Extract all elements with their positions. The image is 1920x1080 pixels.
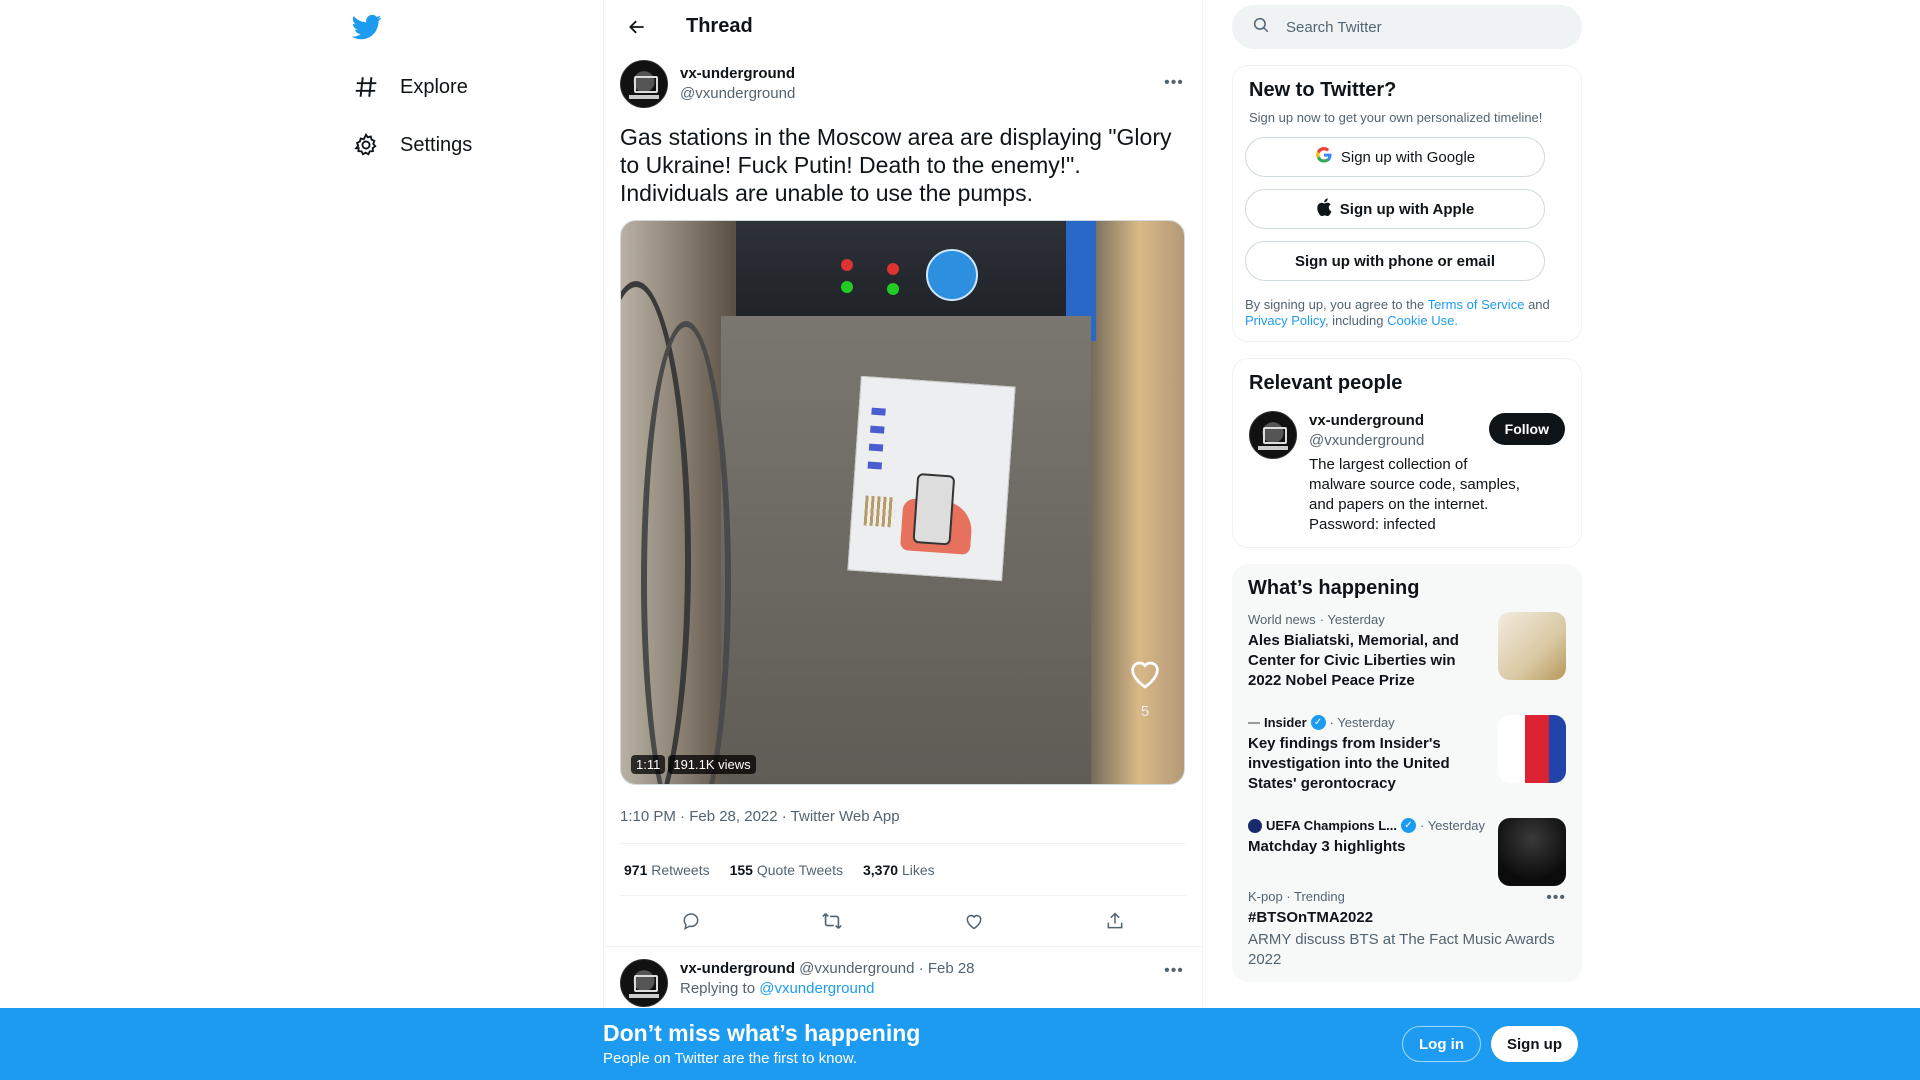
more-options-icon[interactable]: ••• bbox=[1162, 71, 1186, 95]
relevant-people-card: Relevant people vx-underground @vxunderg… bbox=[1232, 358, 1582, 548]
reply-author-handle[interactable]: @vxunderground bbox=[799, 960, 914, 977]
trend-time: · Yesterday bbox=[1329, 715, 1395, 730]
tweet-video[interactable]: 5 1:11 191.1K views bbox=[620, 220, 1185, 785]
tweet-timestamp[interactable]: 1:10 PM · Feb 28, 2022 · Twitter Web App bbox=[620, 807, 1186, 844]
verified-badge-icon: ✓ bbox=[1310, 715, 1326, 730]
trend-source: World news bbox=[1248, 612, 1316, 627]
tweet-actions bbox=[620, 896, 1186, 946]
reply-author-name[interactable]: vx-underground bbox=[680, 960, 795, 977]
twitter-logo-icon[interactable] bbox=[351, 12, 382, 42]
quote-tweets-stat[interactable]: 155 Quote Tweets bbox=[730, 862, 843, 878]
hashtag-icon bbox=[352, 73, 380, 101]
signup-apple-label: Sign up with Apple bbox=[1339, 200, 1475, 218]
trend-time: · Yesterday bbox=[1419, 818, 1486, 833]
follow-button[interactable]: Follow bbox=[1488, 413, 1565, 445]
retweets-stat[interactable]: 971 Retweets bbox=[624, 862, 710, 878]
signup-phone-button[interactable]: Sign up with phone or email bbox=[1245, 241, 1545, 281]
banner-subtitle: People on Twitter are the first to know. bbox=[603, 1050, 858, 1067]
video-views: 191.1K views bbox=[668, 755, 756, 774]
whats-happening-card: What’s happening World news · Yesterday A… bbox=[1232, 564, 1582, 982]
video-duration: 1:11 bbox=[631, 755, 666, 774]
signup-google-label: Sign up with Google bbox=[1340, 148, 1476, 166]
video-like-count: 5 bbox=[1140, 703, 1150, 720]
trend-description: ARMY discuss BTS at The Fact Music Award… bbox=[1248, 931, 1555, 968]
thread-header: Thread bbox=[604, 0, 1202, 53]
relevant-person[interactable]: vx-underground @vxunderground The larges… bbox=[1249, 411, 1565, 535]
likes-stat[interactable]: 3,370 Likes bbox=[863, 862, 935, 878]
main-tweet: vx-underground @vxunderground ••• Gas st… bbox=[604, 53, 1202, 1007]
author-handle[interactable]: @vxunderground bbox=[680, 84, 795, 104]
trend-headline: Key findings from Insider's investigatio… bbox=[1248, 735, 1450, 792]
apple-icon bbox=[1316, 198, 1332, 220]
trend-item[interactable]: World news · Yesterday Ales Bialiatski, M… bbox=[1248, 600, 1566, 703]
signup-subtitle: Sign up now to get your own personalized… bbox=[1249, 110, 1543, 125]
trend-item[interactable]: Insider ✓ · Yesterday Key findings from … bbox=[1248, 703, 1566, 806]
nav-explore-label: Explore bbox=[400, 75, 468, 98]
privacy-link[interactable]: Privacy Policy bbox=[1245, 313, 1325, 328]
trend-source: Insider bbox=[1264, 715, 1307, 730]
google-icon bbox=[1315, 146, 1333, 168]
right-sidebar: Search Twitter New to Twitter? Sign up n… bbox=[1232, 0, 1582, 982]
search-placeholder: Search Twitter bbox=[1286, 18, 1382, 36]
insider-logo-icon bbox=[1248, 721, 1260, 724]
nav-settings-label: Settings bbox=[400, 133, 473, 156]
tweet-author: vx-underground @vxunderground ••• bbox=[620, 53, 1186, 115]
page-title: Thread bbox=[686, 15, 753, 37]
trend-headline: #BTSOnTMA2022 bbox=[1248, 909, 1374, 926]
back-arrow-icon[interactable] bbox=[620, 10, 654, 44]
trend-source: UEFA Champions L... bbox=[1266, 818, 1397, 833]
reply-icon[interactable] bbox=[674, 904, 708, 938]
gear-icon bbox=[352, 131, 380, 159]
video-like-overlay[interactable]: 5 bbox=[1126, 656, 1164, 720]
more-options-icon[interactable]: ••• bbox=[1546, 889, 1566, 907]
banner-title: Don’t miss what’s happening bbox=[603, 1020, 921, 1046]
signup-phone-label: Sign up with phone or email bbox=[1294, 252, 1495, 270]
trend-thumbnail bbox=[1498, 612, 1566, 680]
login-button[interactable]: Log in bbox=[1402, 1026, 1481, 1062]
signup-card: New to Twitter? Sign up now to get your … bbox=[1232, 65, 1582, 342]
search-input[interactable]: Search Twitter bbox=[1232, 5, 1582, 49]
signup-legal: By signing up, you agree to the Terms of… bbox=[1245, 297, 1550, 328]
verified-badge-icon: ✓ bbox=[1400, 818, 1416, 833]
tweet-stats: 971 Retweets 155 Quote Tweets 3,370 Like… bbox=[620, 844, 1186, 896]
trend-headline: Matchday 3 highlights bbox=[1248, 838, 1406, 855]
terms-link[interactable]: Terms of Service bbox=[1428, 297, 1525, 312]
trend-thumbnail bbox=[1498, 715, 1566, 783]
like-icon[interactable] bbox=[957, 904, 991, 938]
signup-banner: Don’t miss what’s happening People on Tw… bbox=[0, 1008, 1920, 1080]
replying-to-handle[interactable]: @vxunderground bbox=[759, 980, 874, 997]
happening-title: What’s happening bbox=[1248, 577, 1420, 599]
trend-source: K-pop · Trending bbox=[1248, 889, 1345, 904]
notice-paper bbox=[847, 375, 1016, 582]
avatar[interactable] bbox=[620, 959, 668, 1007]
more-options-icon[interactable]: ••• bbox=[1162, 959, 1186, 983]
nav-settings[interactable]: Settings bbox=[352, 120, 472, 170]
replying-to-label: Replying to bbox=[680, 980, 756, 997]
trend-headline: Ales Bialiatski, Memorial, and Center fo… bbox=[1248, 632, 1459, 689]
avatar[interactable] bbox=[1249, 411, 1297, 459]
search-icon bbox=[1252, 16, 1270, 39]
trend-item[interactable]: K-pop · Trending #BTSOnTMA2022 ARMY disc… bbox=[1248, 869, 1566, 982]
signup-button[interactable]: Sign up bbox=[1491, 1026, 1578, 1062]
signup-title: New to Twitter? bbox=[1249, 79, 1397, 101]
reply-tweet[interactable]: vx-underground @vxunderground · Feb 28 R… bbox=[620, 947, 1186, 1007]
avatar[interactable] bbox=[620, 60, 668, 108]
pump-screen bbox=[736, 221, 1076, 321]
share-icon[interactable] bbox=[1098, 904, 1132, 938]
video-badge: 1:11 191.1K views bbox=[631, 755, 756, 774]
signup-apple-button[interactable]: Sign up with Apple bbox=[1245, 189, 1545, 229]
ucl-logo-icon bbox=[1248, 818, 1262, 833]
retweet-icon[interactable] bbox=[815, 904, 849, 938]
trend-item[interactable]: UEFA Champions L... ✓ · Yesterday Matchd… bbox=[1248, 806, 1566, 886]
tweet-text: Gas stations in the Moscow area are disp… bbox=[620, 124, 1172, 206]
relevant-bio: The largest collection of malware source… bbox=[1309, 456, 1520, 533]
main-column: Thread vx-underground @vxunderground •••… bbox=[603, 0, 1203, 1080]
nav-explore[interactable]: Explore bbox=[352, 62, 468, 112]
relevant-title: Relevant people bbox=[1249, 372, 1403, 394]
author-name[interactable]: vx-underground bbox=[680, 64, 795, 84]
signup-google-button[interactable]: Sign up with Google bbox=[1245, 137, 1545, 177]
trend-time: · Yesterday bbox=[1319, 612, 1385, 627]
cookie-link[interactable]: Cookie Use. bbox=[1387, 313, 1458, 328]
reply-date[interactable]: · Feb 28 bbox=[919, 960, 975, 977]
